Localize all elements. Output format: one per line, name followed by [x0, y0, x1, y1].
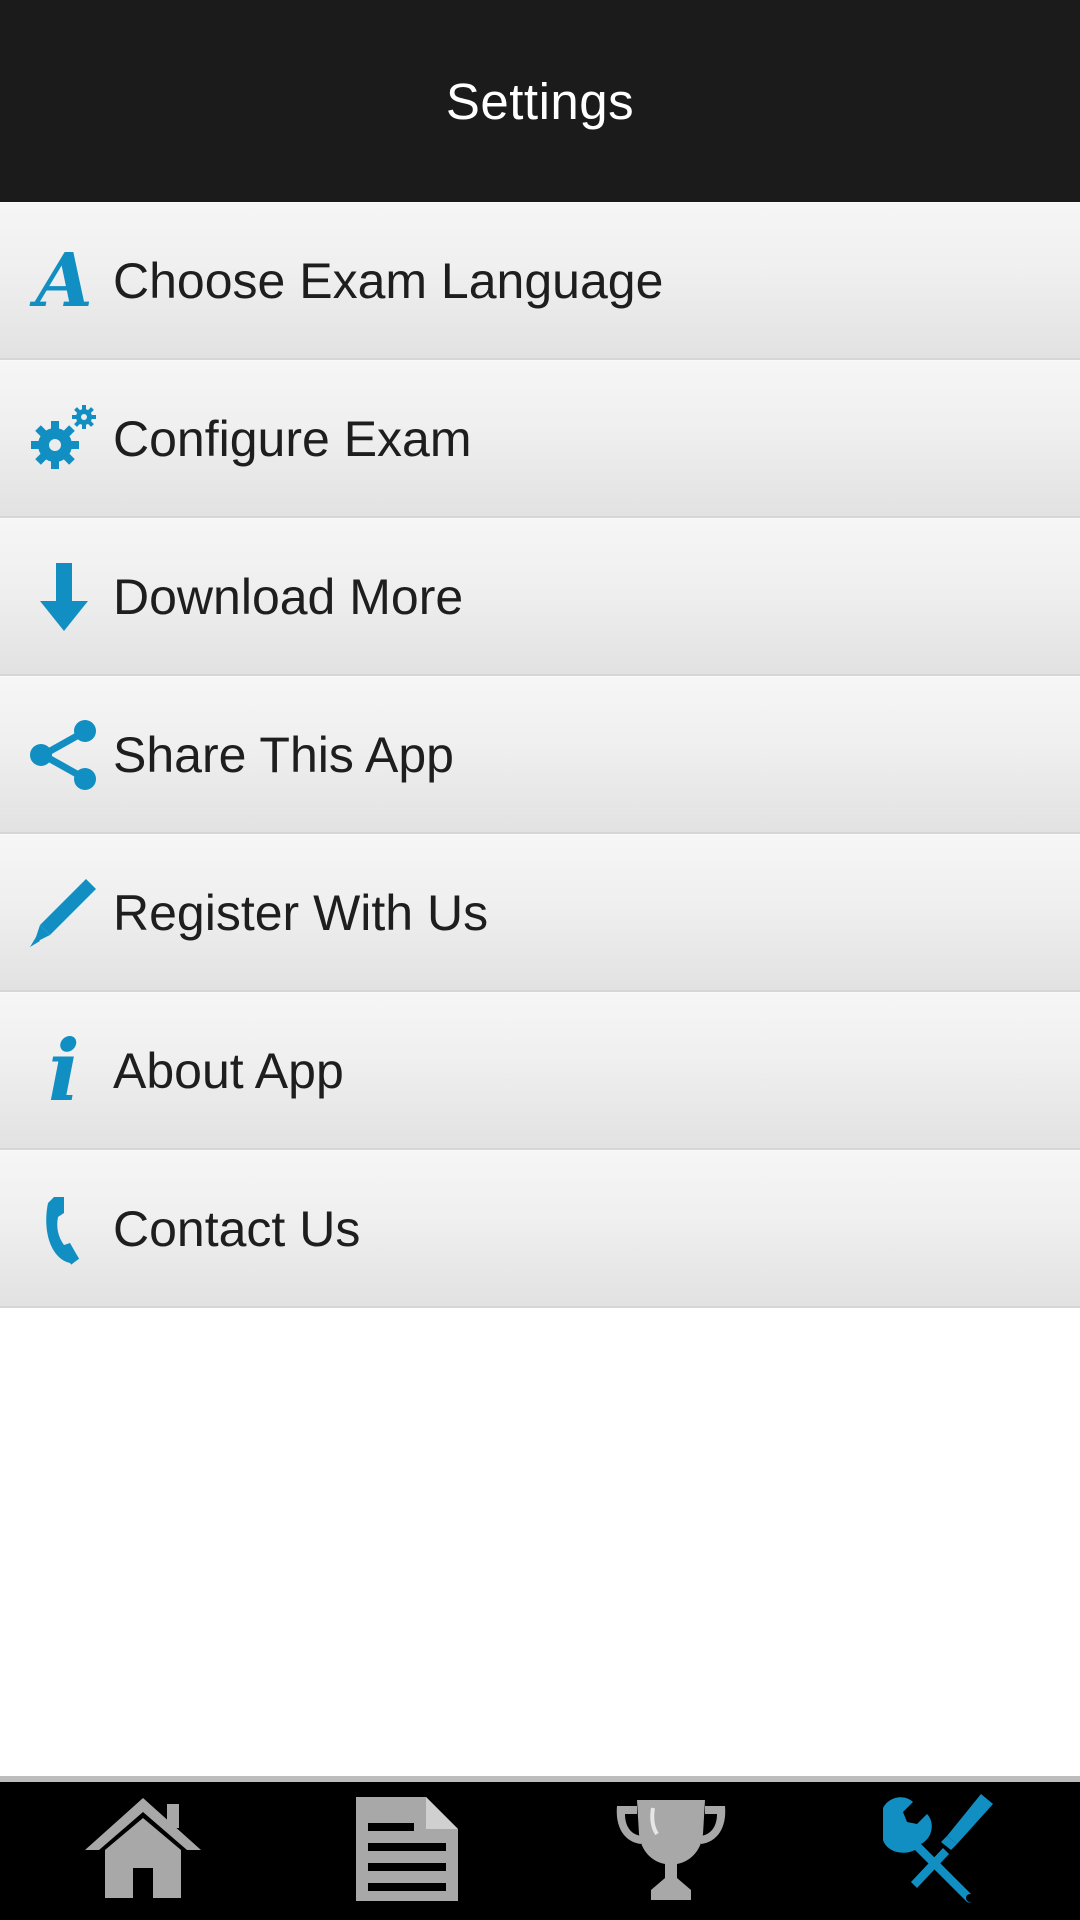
menu-item-register-with-us[interactable]: Register With Us	[0, 834, 1080, 992]
phone-icon	[26, 1191, 102, 1267]
home-icon	[83, 1794, 203, 1909]
menu-item-label: Choose Exam Language	[113, 252, 664, 309]
menu-item-label: Download More	[113, 568, 464, 625]
menu-item-label: About App	[113, 1042, 344, 1099]
menu-item-contact-us[interactable]: Contact Us	[0, 1150, 1080, 1308]
info-icon: i	[48, 1020, 80, 1120]
language-icon: A	[35, 237, 93, 324]
menu-item-download-more[interactable]: Download More	[0, 518, 1080, 676]
menu-item-choose-exam-language[interactable]: A Choose Exam Language	[0, 202, 1080, 360]
trophy-icon	[611, 1794, 731, 1909]
app-header: Settings	[0, 0, 1080, 202]
menu-item-label: Register With Us	[113, 884, 489, 941]
bottom-navigation	[0, 1782, 1080, 1920]
menu-item-label: Configure Exam	[113, 410, 472, 467]
page-title: Settings	[445, 72, 635, 130]
download-arrow-icon	[26, 559, 102, 635]
menu-item-label: Share This App	[113, 726, 454, 783]
settings-screen: Settings A Choose Exam Language Configur…	[0, 0, 1080, 1920]
menu-item-label: Contact Us	[113, 1200, 361, 1257]
pencil-icon	[26, 875, 102, 951]
menu-item-configure-exam[interactable]: Configure Exam	[0, 360, 1080, 518]
menu-item-about-app[interactable]: i About App	[0, 992, 1080, 1150]
gears-icon	[26, 401, 102, 477]
tools-icon	[877, 1792, 997, 1911]
tab-home[interactable]	[58, 1782, 228, 1920]
tab-settings[interactable]	[852, 1782, 1022, 1920]
tab-results[interactable]	[586, 1782, 756, 1920]
menu-item-share-this-app[interactable]: Share This App	[0, 676, 1080, 834]
tab-exam[interactable]	[322, 1782, 492, 1920]
settings-menu: A Choose Exam Language Configure Exam Do…	[0, 202, 1080, 1308]
document-icon	[352, 1793, 462, 1910]
share-icon	[26, 717, 102, 793]
